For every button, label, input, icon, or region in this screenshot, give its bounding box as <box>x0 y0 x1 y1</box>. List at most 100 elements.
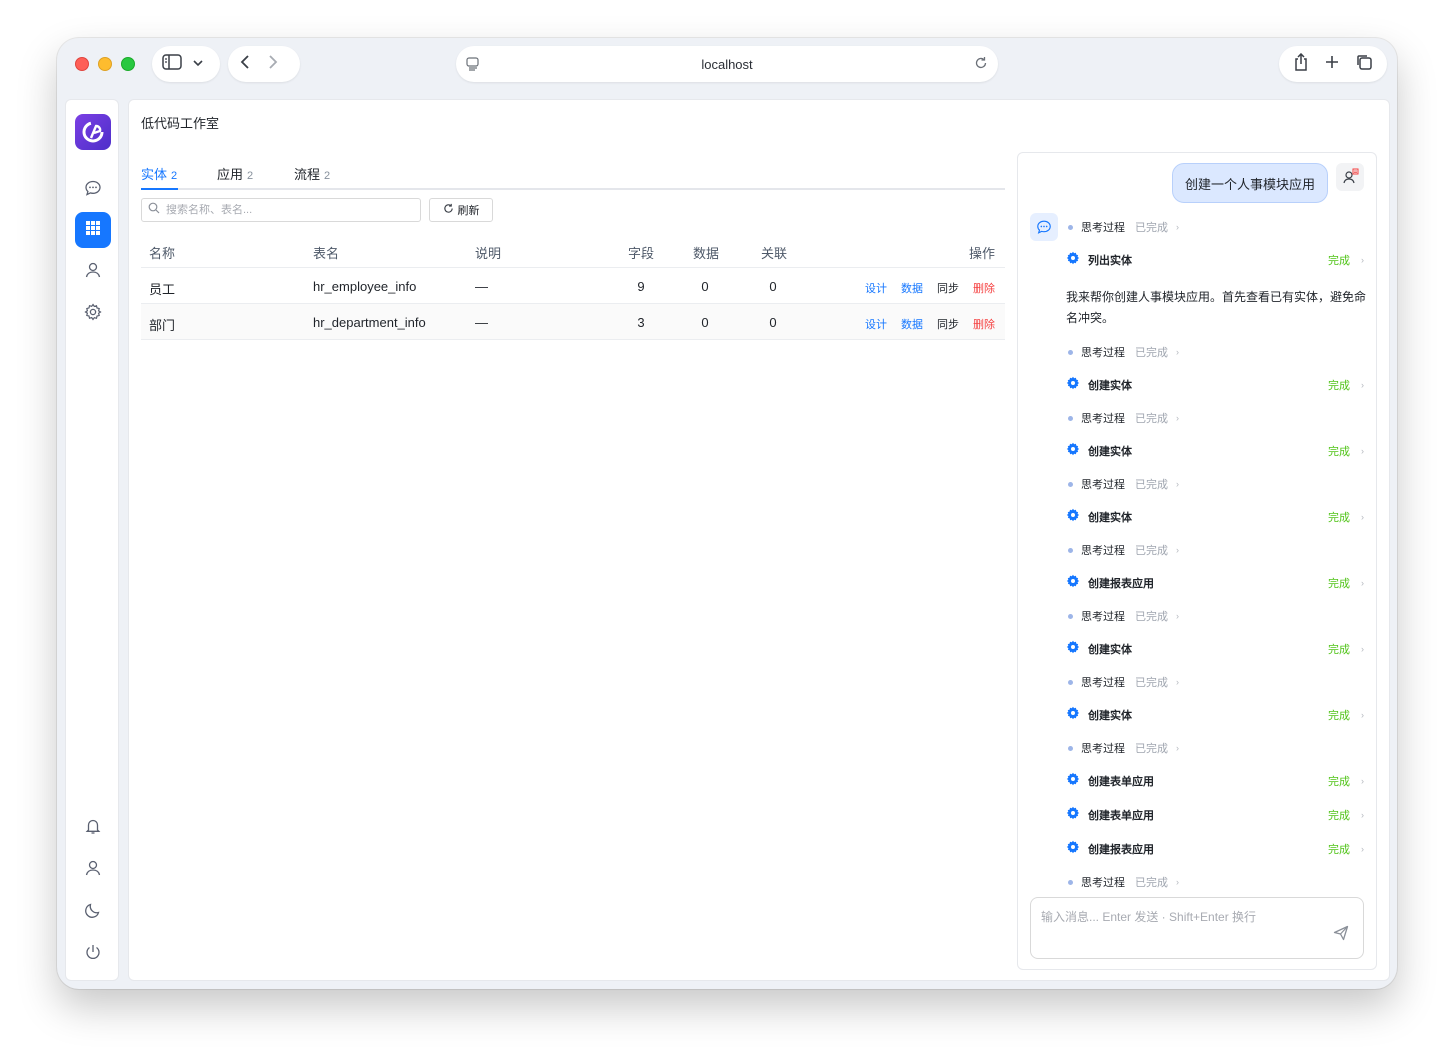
back-icon[interactable] <box>238 54 252 75</box>
tool-call-step[interactable]: 创建实体 完成 › <box>1066 508 1366 525</box>
sidebar-toggle-group[interactable] <box>152 46 220 82</box>
delete-link[interactable]: 删除 <box>973 280 995 296</box>
tool-call-step[interactable]: 创建实体 完成 › <box>1066 640 1366 657</box>
tool-call-step[interactable]: 创建报表应用 完成 › <box>1066 574 1366 591</box>
expand-chevron-icon[interactable]: › <box>1361 644 1364 654</box>
address-bar[interactable]: localhost <box>456 46 998 82</box>
thinking-step[interactable]: 思考过程 已完成 › <box>1066 344 1366 360</box>
gear-icon <box>1066 772 1080 789</box>
sync-link[interactable]: 同步 <box>937 280 959 296</box>
search-box[interactable] <box>141 198 421 222</box>
tool-call-label: 创建报表应用 <box>1088 577 1154 590</box>
expand-chevron-icon[interactable]: › <box>1361 710 1364 720</box>
data-link[interactable]: 数据 <box>901 280 923 296</box>
thinking-step[interactable]: 思考过程 已完成 › <box>1066 476 1366 492</box>
sidebar-item-apps[interactable] <box>75 212 111 248</box>
tab-flows[interactable]: 流程 2 <box>294 164 330 183</box>
tab-label: 实体 <box>141 167 168 182</box>
tool-call-step[interactable]: 列出实体 完成 › <box>1066 251 1366 268</box>
expand-chevron-icon[interactable]: › <box>1361 810 1364 820</box>
expand-chevron-icon[interactable]: › <box>1361 512 1364 522</box>
main-panel: 低代码工作室 实体2 应用2 流程2 刷新 <box>128 99 1390 981</box>
tool-call-step[interactable]: 创建实体 完成 › <box>1066 376 1366 393</box>
expand-chevron-icon[interactable]: › <box>1176 611 1179 621</box>
browser-titlebar: localhost <box>57 38 1397 96</box>
reload-icon[interactable] <box>974 56 988 73</box>
step-dot-icon <box>1068 349 1073 355</box>
expand-chevron-icon[interactable]: › <box>1176 743 1179 753</box>
thinking-step[interactable]: 思考过程 已完成 › <box>1066 410 1366 426</box>
thinking-step[interactable]: 思考过程 已完成 › <box>1066 542 1366 558</box>
column-header-description: 说明 <box>475 246 502 261</box>
thinking-status: 已完成 <box>1135 743 1168 755</box>
thinking-step[interactable]: 思考过程 已完成 › <box>1066 740 1366 756</box>
design-link[interactable]: 设计 <box>865 316 887 332</box>
expand-chevron-icon[interactable]: › <box>1176 413 1179 423</box>
tab-apps[interactable]: 应用 2 <box>217 164 253 183</box>
gear-icon <box>1066 840 1080 857</box>
table-row: 员工 hr_employee_info — 9 0 0 设计 数据 同步 删除 <box>141 268 1005 304</box>
power-icon <box>84 943 102 966</box>
theme-toggle-button[interactable] <box>75 894 111 930</box>
design-link[interactable]: 设计 <box>865 280 887 296</box>
tool-call-step[interactable]: 创建报表应用 完成 › <box>1066 840 1366 857</box>
expand-chevron-icon[interactable]: › <box>1176 677 1179 687</box>
tool-call-step[interactable]: 创建实体 完成 › <box>1066 442 1366 459</box>
expand-chevron-icon[interactable]: › <box>1361 446 1364 456</box>
share-icon[interactable] <box>1293 52 1309 76</box>
tool-call-step[interactable]: 创建实体 完成 › <box>1066 706 1366 723</box>
tab-entities[interactable]: 实体 2 <box>141 164 177 183</box>
page-settings-icon[interactable] <box>466 57 480 74</box>
expand-chevron-icon[interactable]: › <box>1361 578 1364 588</box>
message-input[interactable] <box>1041 908 1321 928</box>
close-window-button[interactable] <box>75 57 89 71</box>
data-link[interactable]: 数据 <box>901 316 923 332</box>
sidebar-item-users[interactable] <box>75 254 111 290</box>
minimize-window-button[interactable] <box>98 57 112 71</box>
tool-call-step[interactable]: 创建表单应用 完成 › <box>1066 772 1366 789</box>
cell-description: — <box>475 279 488 294</box>
profile-button[interactable] <box>75 852 111 888</box>
refresh-button[interactable]: 刷新 <box>429 198 493 222</box>
expand-chevron-icon[interactable]: › <box>1176 877 1179 887</box>
thinking-status: 已完成 <box>1135 222 1168 234</box>
tool-call-step[interactable]: 创建表单应用 完成 › <box>1066 806 1366 823</box>
thinking-step[interactable]: 思考过程 已完成 › <box>1066 674 1366 690</box>
forward-icon[interactable] <box>266 54 280 75</box>
app-logo[interactable] <box>75 114 111 150</box>
notifications-button[interactable] <box>75 810 111 846</box>
column-header-name: 名称 <box>149 246 176 261</box>
browser-actions-group <box>1279 46 1387 82</box>
new-tab-icon[interactable] <box>1324 54 1340 75</box>
sidebar-item-settings[interactable] <box>75 296 111 332</box>
expand-chevron-icon[interactable]: › <box>1361 844 1364 854</box>
active-tab-indicator <box>141 188 178 190</box>
delete-link[interactable]: 删除 <box>973 316 995 332</box>
expand-chevron-icon[interactable]: › <box>1176 479 1179 489</box>
tool-status-done: 完成 <box>1328 445 1350 458</box>
thinking-status: 已完成 <box>1135 877 1168 889</box>
sync-link[interactable]: 同步 <box>937 316 959 332</box>
cell-fields: 3 <box>637 315 645 330</box>
thinking-step[interactable]: 思考过程 已完成 › <box>1066 219 1366 235</box>
expand-chevron-icon[interactable]: › <box>1176 347 1179 357</box>
expand-chevron-icon[interactable]: › <box>1176 545 1179 555</box>
expand-chevron-icon[interactable]: › <box>1176 222 1179 232</box>
search-input[interactable] <box>166 204 406 216</box>
zoom-window-button[interactable] <box>121 57 135 71</box>
expand-chevron-icon[interactable]: › <box>1361 776 1364 786</box>
tab-overview-icon[interactable] <box>1355 53 1373 76</box>
chevron-down-icon[interactable] <box>192 55 204 73</box>
thinking-step[interactable]: 思考过程 已完成 › <box>1066 874 1366 890</box>
tool-status-done: 完成 <box>1328 254 1350 267</box>
gear-icon <box>1066 640 1080 657</box>
step-dot-icon <box>1068 547 1073 553</box>
expand-chevron-icon[interactable]: › <box>1361 255 1364 265</box>
send-icon[interactable] <box>1333 925 1349 946</box>
logout-button[interactable] <box>75 936 111 972</box>
sidebar-item-chat[interactable] <box>75 172 111 208</box>
thinking-step[interactable]: 思考过程 已完成 › <box>1066 608 1366 624</box>
sidebar-icon[interactable] <box>162 53 182 75</box>
expand-chevron-icon[interactable]: › <box>1361 380 1364 390</box>
tool-status-done: 完成 <box>1328 643 1350 656</box>
